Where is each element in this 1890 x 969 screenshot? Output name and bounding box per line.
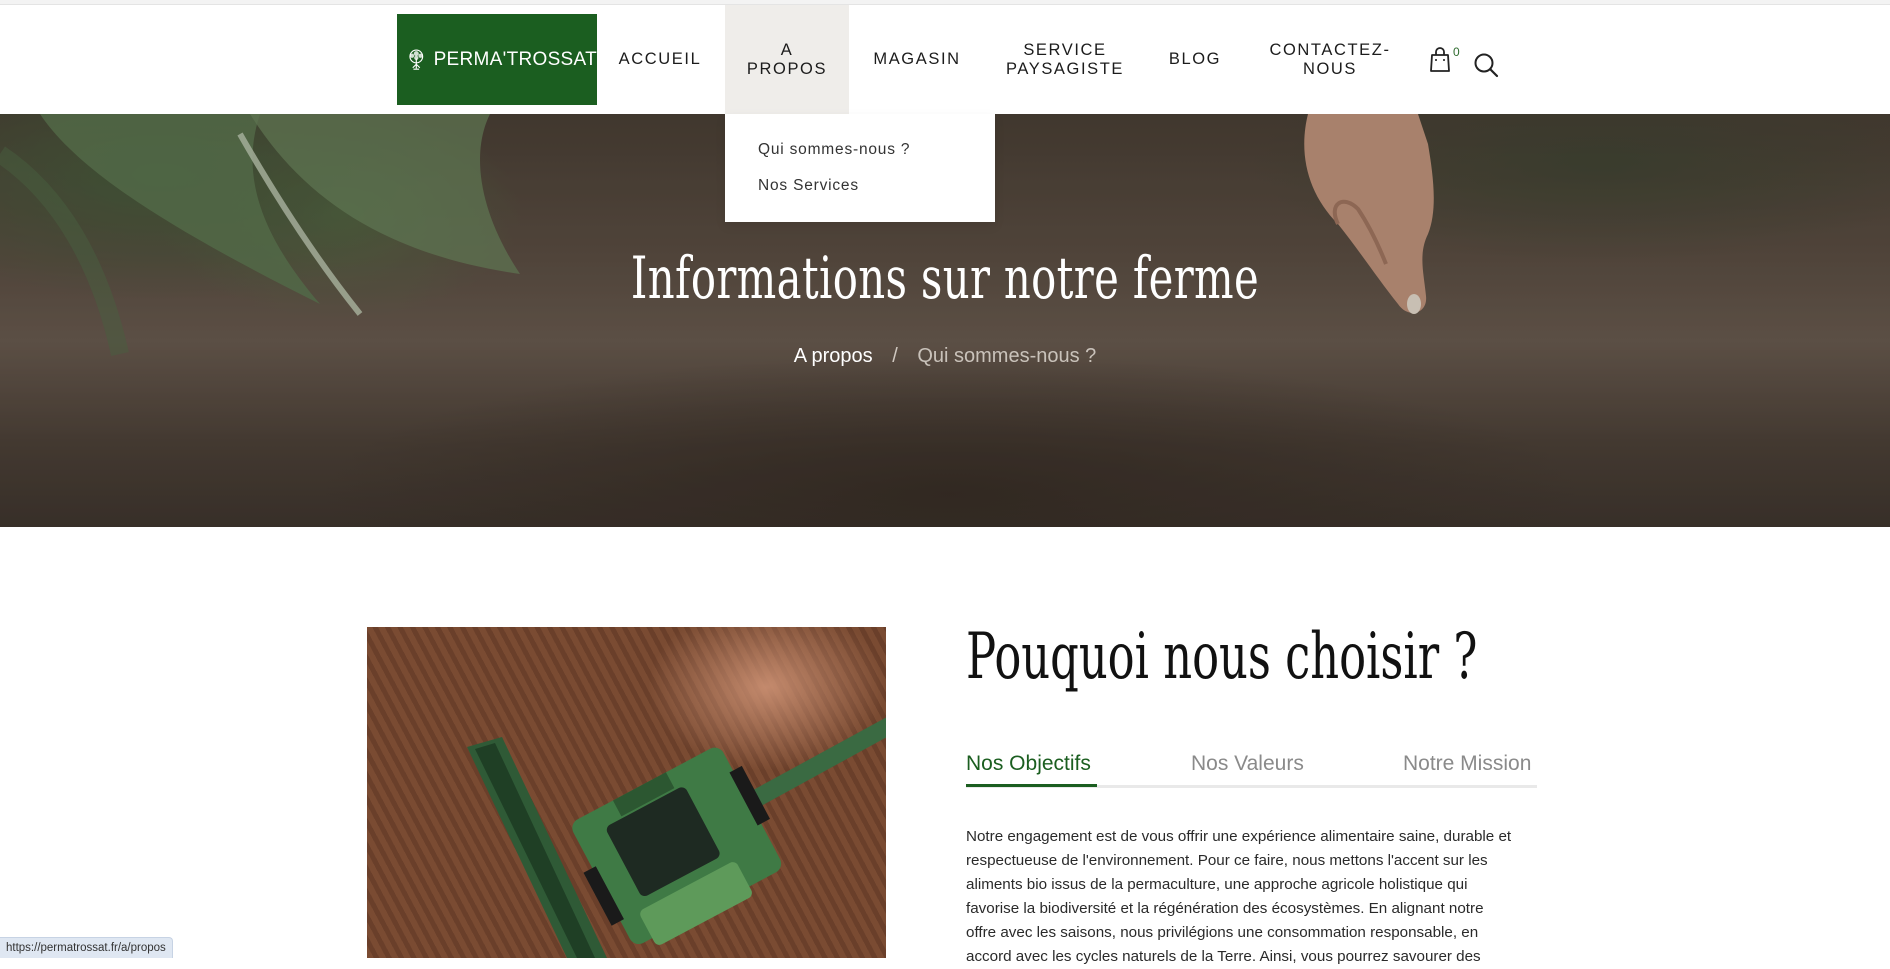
- logo-text: PERMA'TROSSAT: [433, 48, 597, 70]
- active-tab-indicator: [966, 784, 1097, 787]
- breadcrumb-separator: /: [892, 345, 898, 367]
- hero-title: Informations sur notre ferme: [630, 244, 1260, 312]
- nav-service-paysagiste[interactable]: SERVICE PAYSAGISTE: [1005, 5, 1125, 114]
- section-title: Pouquoi nous choisir ?: [966, 620, 1478, 694]
- nav-label: A: [780, 40, 794, 59]
- search-icon[interactable]: [1473, 52, 1499, 78]
- combine-harvester-image: [467, 717, 886, 958]
- tree-icon: [409, 49, 424, 70]
- cart-count-badge: 0: [1453, 45, 1460, 59]
- site-header: PERMA'TROSSAT ACCUEIL A PROPOS MAGASIN S…: [0, 5, 1890, 114]
- dropdown-item-nos-services[interactable]: Nos Services: [758, 176, 995, 212]
- nav-label: NOUS: [1302, 59, 1358, 78]
- nav-magasin[interactable]: MAGASIN: [864, 5, 970, 114]
- dropdown-item-qui-sommes-nous[interactable]: Qui sommes-nous ?: [758, 140, 995, 176]
- paragraph-line: offre avec les saisons, nous privilégion…: [966, 924, 1479, 941]
- nav-label: SERVICE: [1023, 40, 1107, 59]
- paragraph-line: aliments bio issus de la permaculture, u…: [966, 876, 1468, 893]
- harvester-field-photo: [367, 627, 886, 958]
- nav-label: BLOG: [1168, 50, 1222, 68]
- breadcrumb-current: Qui sommes-nous ?: [917, 345, 1097, 367]
- tab-notre-mission[interactable]: Notre Mission: [1403, 752, 1531, 776]
- shopping-bag-icon[interactable]: [1428, 47, 1452, 73]
- breadcrumb-link-a-propos[interactable]: A propos: [794, 345, 873, 367]
- tab-nos-objectifs[interactable]: Nos Objectifs: [966, 752, 1091, 776]
- site-logo[interactable]: PERMA'TROSSAT: [397, 14, 597, 105]
- nav-blog[interactable]: BLOG: [1160, 5, 1230, 114]
- nav-label: CONTACTEZ-: [1269, 40, 1391, 59]
- breadcrumb: A propos / Qui sommes-nous ?: [0, 345, 1890, 368]
- browser-status-url: https://permatrossat.fr/a/propos: [0, 937, 173, 958]
- nav-a-propos[interactable]: A PROPOS: [725, 5, 849, 114]
- tab-content-paragraph: Notre engagement est de vous offrir une …: [966, 825, 1546, 969]
- nav-label: PAYSAGISTE: [1005, 59, 1125, 78]
- paragraph-line: Notre engagement est de vous offrir une …: [966, 828, 1512, 845]
- nav-accueil[interactable]: ACCUEIL: [610, 5, 710, 114]
- tabs-bar: Nos Objectifs Nos Valeurs Notre Mission: [966, 752, 1537, 788]
- nav-label: PROPOS: [746, 59, 828, 78]
- nav-contactez-nous[interactable]: CONTACTEZ- NOUS: [1265, 5, 1395, 114]
- paragraph-line: favorise la biodiversité et la régénérat…: [966, 900, 1484, 917]
- nav-label: MAGASIN: [873, 50, 961, 68]
- a-propos-dropdown-menu: Qui sommes-nous ? Nos Services: [725, 114, 995, 222]
- tab-nos-valeurs[interactable]: Nos Valeurs: [1191, 752, 1304, 776]
- paragraph-line: accord avec les cycles naturels de la Te…: [966, 948, 1481, 965]
- paragraph-line: respectueuse de l'environnement. Pour ce…: [966, 852, 1488, 869]
- nav-label: ACCUEIL: [618, 50, 702, 68]
